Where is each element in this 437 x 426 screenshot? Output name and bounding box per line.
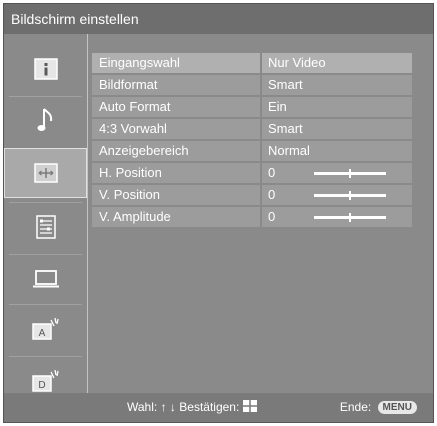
info-icon — [33, 58, 58, 80]
row-value-text: 0 — [268, 209, 276, 224]
row-label: V. Position — [92, 185, 260, 205]
down-arrow-icon: ↓ — [169, 400, 176, 414]
row-label: Eingangswahl — [92, 53, 260, 73]
menu-button-icon: MENU — [377, 401, 417, 415]
slider-thumb[interactable] — [349, 169, 351, 178]
menu-row-v-amplitude[interactable]: V. Amplitude 0 — [92, 207, 412, 227]
screen-adjust-icon — [33, 163, 58, 183]
row-value-text: 0 — [268, 165, 276, 180]
monitor-icon — [32, 270, 59, 288]
help-prefix: Wahl: — [127, 400, 158, 414]
row-value: Smart — [262, 75, 412, 95]
music-note-icon — [37, 108, 52, 131]
sidebar-item-info[interactable] — [4, 44, 87, 94]
end-label: Ende: — [339, 400, 372, 414]
sidebar-item-analog[interactable]: A — [4, 304, 87, 354]
menu-row-bildformat[interactable]: Bildformat Smart — [92, 75, 412, 95]
row-label: Bildformat — [92, 75, 260, 95]
slider-thumb[interactable] — [349, 191, 351, 200]
row-value: Nur Video — [262, 53, 412, 73]
menu-row-anzeigebereich[interactable]: Anzeigebereich Normal — [92, 141, 412, 161]
confirm-button-icon — [242, 400, 257, 412]
row-value: 0 — [262, 185, 412, 205]
row-value: Normal — [262, 141, 412, 161]
row-label: V. Amplitude — [92, 207, 260, 227]
digital-letter: D — [38, 380, 45, 391]
row-label: 4:3 Vorwahl — [92, 119, 260, 139]
sidebar-item-setup[interactable] — [4, 202, 87, 252]
menu-row-v-position[interactable]: V. Position 0 — [92, 185, 412, 205]
exit-help: Ende: MENU — [340, 393, 417, 422]
menu-row-auto-format[interactable]: Auto Format Ein — [92, 97, 412, 117]
list-settings-icon — [35, 215, 56, 239]
sidebar-item-screen[interactable] — [4, 148, 87, 198]
sidebar: A D — [4, 34, 88, 393]
window-title: Bildschirm einstellen — [4, 4, 433, 34]
sidebar-item-sound[interactable] — [4, 96, 87, 146]
row-label: H. Position — [92, 163, 260, 183]
row-label: Anzeigebereich — [92, 141, 260, 161]
confirm-label: Bestätigen: — [179, 400, 240, 414]
row-value: 0 — [262, 163, 412, 183]
navigation-help: Wahl: ↑ ↓ Bestätigen: — [127, 393, 257, 422]
h-position-slider[interactable] — [314, 169, 386, 178]
row-value: Ein — [262, 97, 412, 117]
row-value-text: 0 — [268, 187, 276, 202]
menu-row-eingangswahl[interactable]: Eingangswahl Nur Video — [92, 53, 412, 73]
row-value: Smart — [262, 119, 412, 139]
digital-broadcast-icon: D — [31, 369, 59, 392]
analog-broadcast-icon: A — [31, 317, 59, 340]
v-position-slider[interactable] — [314, 191, 386, 200]
help-bar: Wahl: ↑ ↓ Bestätigen: Ende: MENU — [4, 393, 433, 422]
v-amplitude-slider[interactable] — [314, 213, 386, 222]
slider-thumb[interactable] — [349, 213, 351, 222]
menu-row-h-position[interactable]: H. Position 0 — [92, 163, 412, 183]
sidebar-item-monitor[interactable] — [4, 254, 87, 304]
row-label: Auto Format — [92, 97, 260, 117]
settings-window: Bildschirm einstellen A D Eingangswahl N… — [3, 3, 434, 423]
analog-letter: A — [38, 328, 45, 339]
up-arrow-icon: ↑ — [160, 400, 167, 414]
menu-row-vorwahl[interactable]: 4:3 Vorwahl Smart — [92, 119, 412, 139]
row-value: 0 — [262, 207, 412, 227]
